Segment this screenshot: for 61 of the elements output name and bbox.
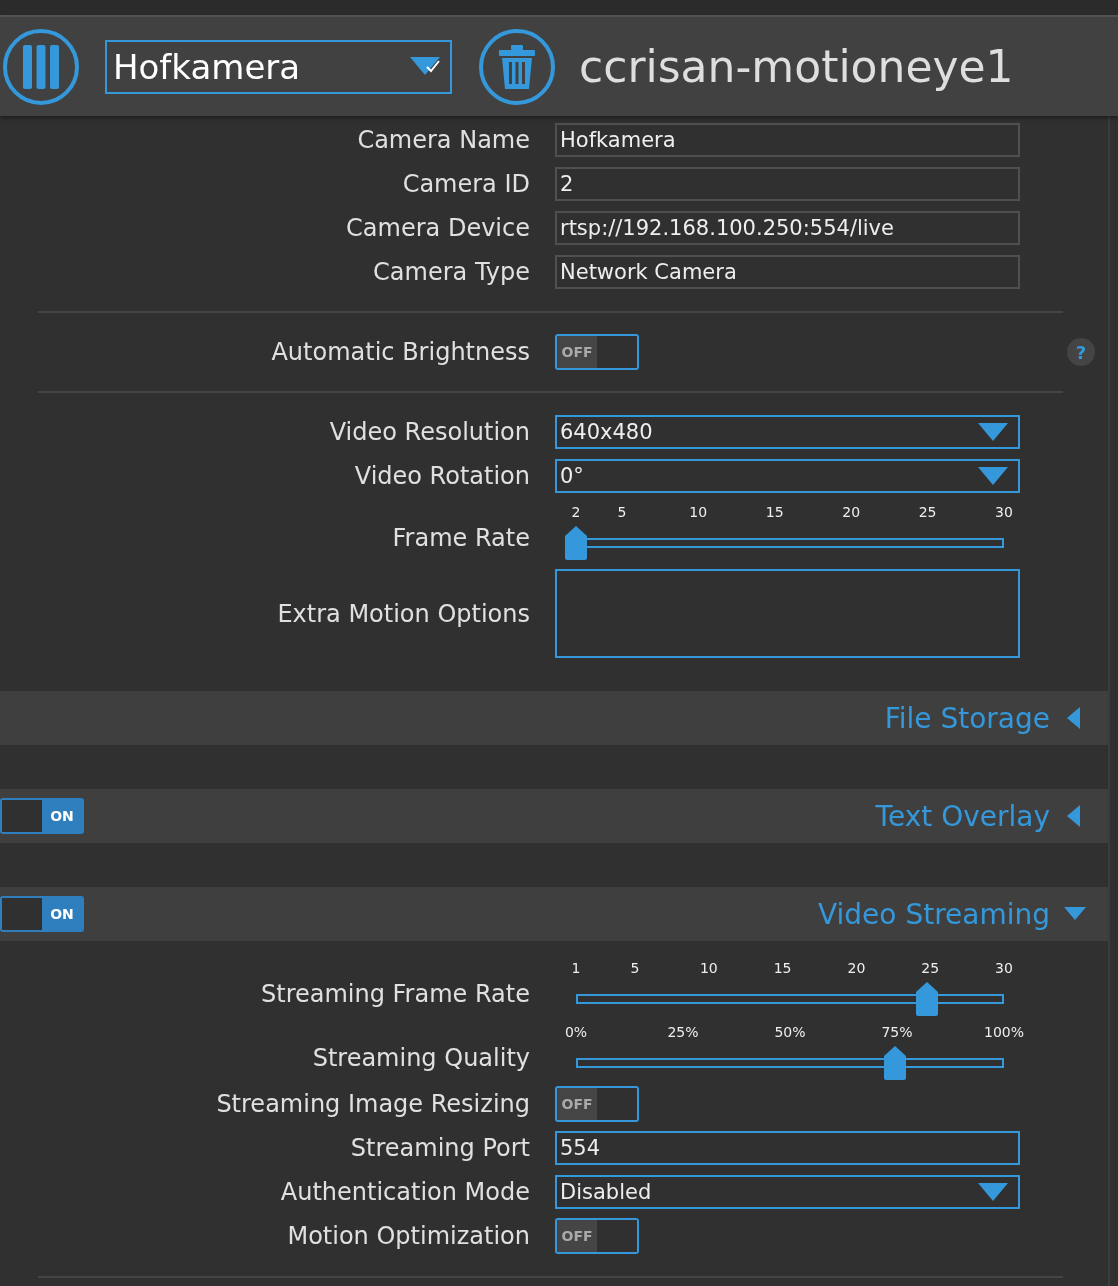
tick-label: 15 bbox=[765, 504, 784, 520]
field-label: Authentication Mode bbox=[280, 1178, 530, 1206]
input-field[interactable]: Hofkamera bbox=[555, 123, 1020, 157]
field-label: Video Rotation bbox=[354, 462, 530, 490]
toggle-switch[interactable]: ON bbox=[0, 896, 84, 932]
tick-label: 10 bbox=[699, 960, 718, 976]
field-label: Video Resolution bbox=[329, 418, 530, 446]
toggle-switch[interactable]: OFF bbox=[555, 1218, 639, 1254]
toggle-switch[interactable]: ON bbox=[0, 798, 84, 834]
tick-label: 100% bbox=[984, 1024, 1024, 1040]
tick-label: 75% bbox=[881, 1024, 913, 1040]
tick-label: 25 bbox=[918, 504, 937, 520]
field-label: Motion Optimization bbox=[287, 1222, 530, 1250]
field-label: Automatic Brightness bbox=[271, 338, 530, 366]
field-label: Streaming Image Resizing bbox=[216, 1090, 530, 1118]
caret-icon bbox=[978, 467, 1008, 485]
field-label: Streaming Frame Rate bbox=[261, 980, 530, 1010]
field-label: Camera Type bbox=[373, 258, 530, 286]
field-label: Streaming Port bbox=[350, 1134, 530, 1162]
text-area[interactable] bbox=[555, 569, 1020, 658]
slider-thumb[interactable] bbox=[915, 982, 938, 1016]
field-label: Camera Name bbox=[357, 126, 530, 154]
toggle-switch[interactable]: OFF bbox=[555, 1086, 639, 1122]
field-label: Extra Motion Options bbox=[277, 598, 530, 628]
select-field[interactable]: Disabled bbox=[555, 1175, 1020, 1209]
menu-icon bbox=[23, 44, 59, 89]
tick-label: 5 bbox=[617, 504, 627, 520]
tick-label: 30 bbox=[995, 504, 1013, 520]
tick-label: 25% bbox=[667, 1024, 699, 1040]
input-field[interactable]: 2 bbox=[555, 167, 1020, 201]
input-field[interactable]: Network Camera bbox=[555, 255, 1020, 289]
tick-label: 20 bbox=[847, 960, 866, 976]
delete-button[interactable] bbox=[479, 28, 555, 105]
tick-label: 25 bbox=[921, 960, 940, 976]
tick-label: 50% bbox=[774, 1024, 806, 1040]
select-field[interactable]: 0° bbox=[555, 459, 1020, 493]
caret-icon bbox=[410, 56, 442, 77]
tick-label: 10 bbox=[689, 504, 708, 520]
menu-button[interactable] bbox=[3, 28, 79, 105]
toggle-switch[interactable]: OFF bbox=[555, 334, 639, 370]
slider-thumb[interactable] bbox=[565, 526, 587, 560]
tick-label: 15 bbox=[773, 960, 792, 976]
input-field[interactable]: 554 bbox=[555, 1131, 1020, 1165]
caret-icon bbox=[978, 423, 1008, 441]
input-field[interactable]: rtsp://192.168.100.250:554/live bbox=[555, 211, 1020, 245]
trash-icon bbox=[499, 44, 535, 89]
tick-label: 2 bbox=[571, 504, 581, 520]
page-title: ccrisan-motioneye1 bbox=[579, 41, 1014, 92]
tick-label: 1 bbox=[571, 960, 581, 976]
tick-label: 20 bbox=[842, 504, 861, 520]
camera-select[interactable]: Hofkamera bbox=[105, 39, 452, 94]
slider-thumb[interactable] bbox=[883, 1046, 906, 1080]
tick-label: 5 bbox=[630, 960, 640, 976]
field-label: Streaming Quality bbox=[312, 1044, 530, 1074]
field-label: Frame Rate bbox=[392, 524, 530, 554]
field-label: Camera ID bbox=[402, 170, 530, 198]
tick-label: 0% bbox=[564, 1024, 588, 1040]
caret-icon bbox=[978, 1183, 1008, 1201]
field-label: Camera Device bbox=[346, 214, 530, 242]
select-field[interactable]: 640x480 bbox=[555, 415, 1020, 449]
tick-label: 30 bbox=[995, 960, 1013, 976]
